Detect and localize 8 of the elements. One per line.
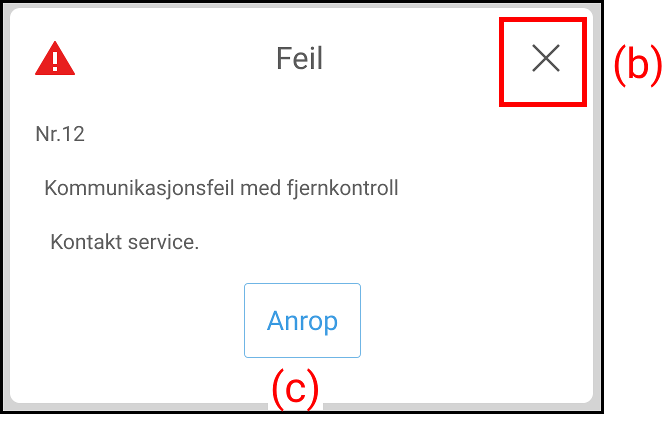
error-message: Kommunikasjonsfeil med fjernkontroll bbox=[44, 177, 400, 201]
annotation-label: (b) bbox=[611, 44, 666, 86]
annotation-label: (c) bbox=[268, 368, 323, 410]
hint-text: Kontakt service. bbox=[50, 231, 201, 255]
call-button[interactable]: Anrop bbox=[244, 283, 361, 358]
error-code: Nr.12 bbox=[35, 123, 86, 147]
dialog-title: Feil bbox=[274, 40, 325, 76]
warning-icon bbox=[35, 41, 75, 75]
